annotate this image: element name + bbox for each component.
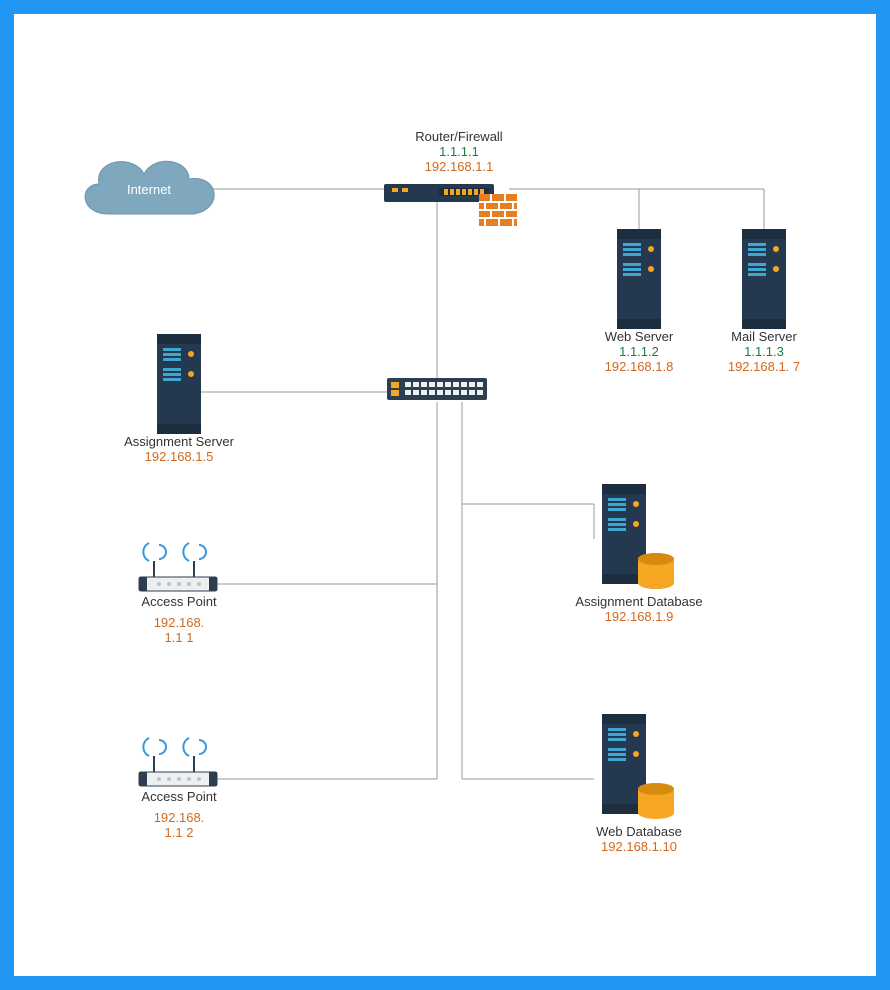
db-server-icon — [594, 484, 684, 594]
web-db-title: Web Database — [569, 824, 709, 839]
ap1-ip-line2: 1.1 1 — [124, 630, 234, 645]
router-icon — [384, 176, 534, 236]
assignment-server-title: Assignment Server — [119, 434, 239, 449]
ap2-ip-line2: 1.1 2 — [124, 825, 234, 840]
mail-server-title: Mail Server — [714, 329, 814, 344]
mail-server-lan-ip: 192.168.1. 7 — [714, 359, 814, 374]
server-icon — [734, 229, 794, 329]
assignment-db-lan-ip: 192.168.1.9 — [569, 609, 709, 624]
web-server: Web Server 1.1.1.2 192.168.1.8 — [589, 229, 689, 374]
cloud-icon — [69, 144, 229, 234]
web-database: Web Database 192.168.1.10 — [569, 714, 709, 854]
router-public-ip: 1.1.1.1 — [374, 144, 544, 159]
assignment-db-title: Assignment Database — [569, 594, 709, 609]
switch-icon — [387, 374, 487, 404]
access-point-icon — [134, 734, 224, 789]
router-title: Router/Firewall — [374, 129, 544, 144]
assignment-server: Assignment Server 192.168.1.5 — [119, 334, 239, 464]
web-server-title: Web Server — [589, 329, 689, 344]
ap1-ip-line1: 192.168. — [124, 615, 234, 630]
router-firewall: Router/Firewall 1.1.1.1 192.168.1.1 — [374, 129, 544, 239]
assignment-server-lan-ip: 192.168.1.5 — [119, 449, 239, 464]
web-db-lan-ip: 192.168.1.10 — [569, 839, 709, 854]
web-server-public-ip: 1.1.1.2 — [589, 344, 689, 359]
web-server-lan-ip: 192.168.1.8 — [589, 359, 689, 374]
ap2-title: Access Point — [124, 789, 234, 804]
mail-server: Mail Server 1.1.1.3 192.168.1. 7 — [714, 229, 814, 374]
ap2-ip-line1: 192.168. — [124, 810, 234, 825]
router-lan-ip: 192.168.1.1 — [374, 159, 544, 174]
server-icon — [609, 229, 669, 329]
access-point-1: Access Point 192.168. 1.1 1 — [124, 539, 234, 645]
internet-cloud: Internet — [69, 144, 229, 237]
assignment-database: Assignment Database 192.168.1.9 — [569, 484, 709, 624]
ap1-title: Access Point — [124, 594, 234, 609]
access-point-icon — [134, 539, 224, 594]
mail-server-public-ip: 1.1.1.3 — [714, 344, 814, 359]
server-icon — [149, 334, 209, 434]
db-server-icon — [594, 714, 684, 824]
access-point-2: Access Point 192.168. 1.1 2 — [124, 734, 234, 840]
network-switch — [387, 374, 487, 407]
